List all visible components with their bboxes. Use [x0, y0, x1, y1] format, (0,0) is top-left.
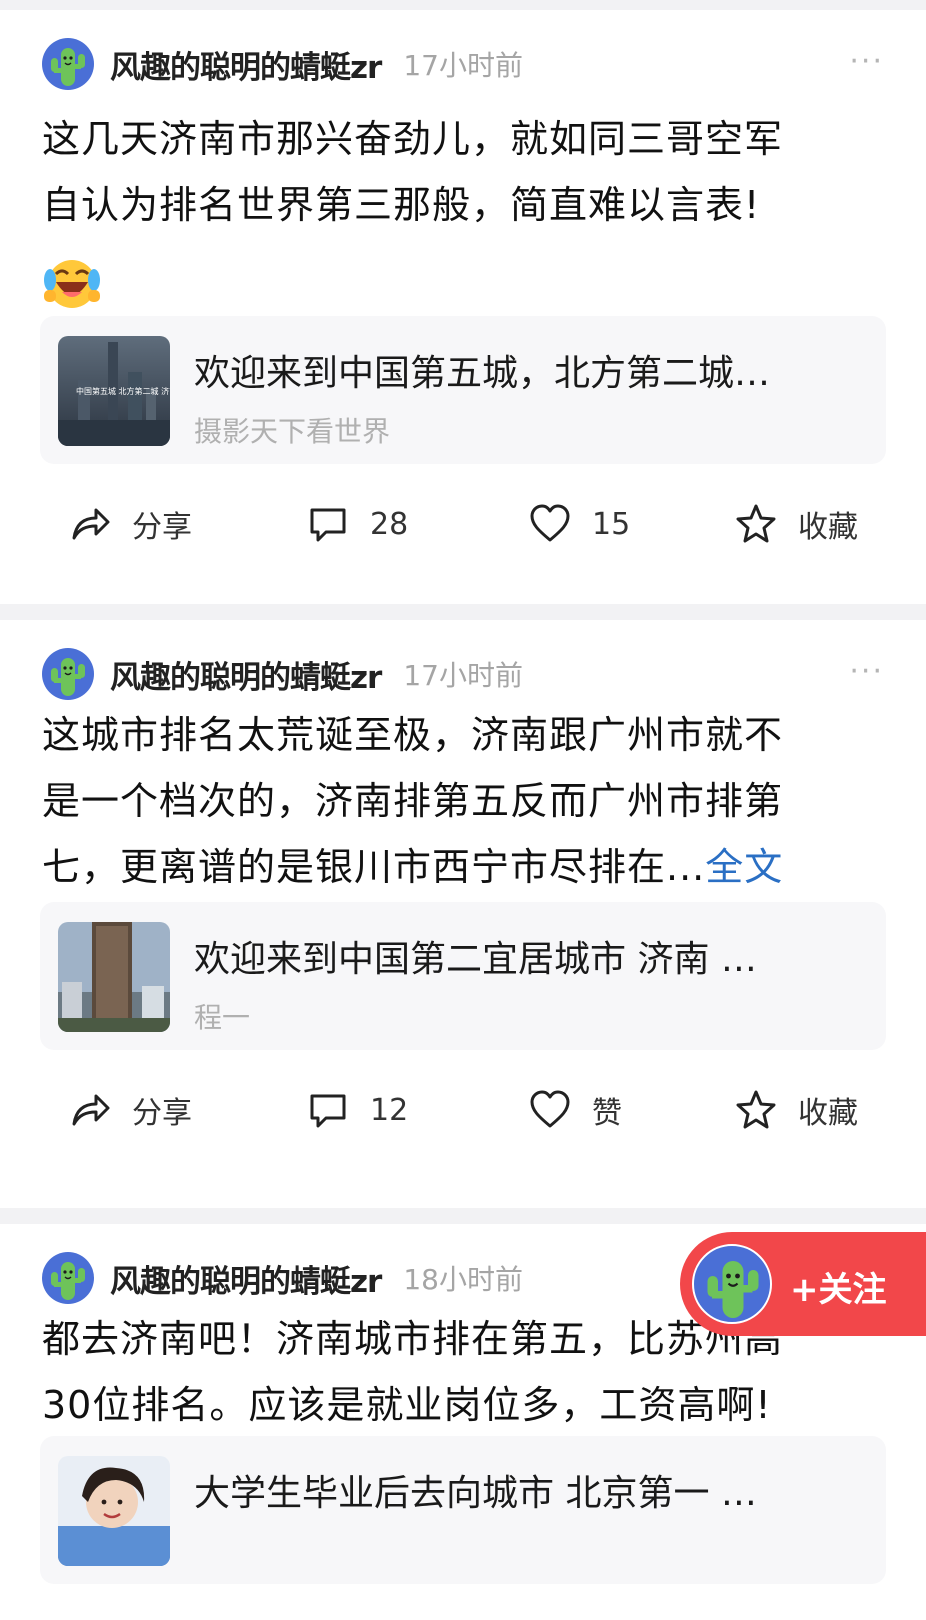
post-text-line: 是一个档次的，济南排第五反而广州市排第 [42, 779, 784, 823]
action-bar: 分享 12 赞 收藏 [0, 1080, 926, 1140]
shared-link-card[interactable]: 大学生毕业后去向城市 北京第一 … [40, 1436, 886, 1584]
comment-icon [310, 1094, 346, 1128]
like-button[interactable]: 赞 [528, 1080, 622, 1140]
shared-source: 摄影天下看世界 [194, 415, 391, 448]
post-text-line: 30位排名。应该是就业岗位多，工资高啊! [42, 1383, 772, 1427]
action-bar: 分享 28 15 收藏 [0, 494, 926, 554]
post-text[interactable]: 这几天济南市那兴奋劲儿，就如同三哥空军 自认为排名世界第三那般，简直难以言表! [42, 106, 888, 332]
like-label: 赞 [592, 1096, 622, 1131]
post-time: 17小时前 [403, 659, 523, 692]
share-label: 分享 [132, 510, 192, 545]
shared-link-card[interactable]: 欢迎来到中国第二宜居城市 济南 … 程一 [40, 902, 886, 1050]
full-text-link[interactable]: 全文 [705, 845, 783, 889]
shared-thumbnail [58, 1456, 170, 1566]
favorite-button[interactable]: 收藏 [734, 494, 858, 554]
follow-label: +关注 [790, 1270, 887, 1310]
heart-icon [530, 1090, 570, 1128]
shared-thumbnail: 中国第五城 北方第二城 济南 [58, 336, 170, 446]
follow-author-avatar [692, 1244, 772, 1324]
share-icon [72, 1094, 110, 1126]
shared-thumbnail [58, 922, 170, 1032]
post-card[interactable]: 风趣的聪明的蜻蜓zr 17小时前 ··· 这城市排名太荒诞至极，济南跟广州市就不… [0, 620, 926, 1208]
post-text-fragment: 七，更离谱的是银川市西宁市尽排在... [42, 845, 706, 889]
post-text-line: 自认为排名世界第三那般，简直难以言表! [42, 183, 761, 227]
laughing-crying-emoji-icon [42, 252, 102, 312]
author-name[interactable]: 风趣的聪明的蜻蜓zr [110, 1256, 382, 1301]
author-name[interactable]: 风趣的聪明的蜻蜓zr [110, 652, 382, 697]
post-header: 风趣的聪明的蜻蜓zr 17小时前 ··· [42, 648, 884, 700]
author-avatar[interactable] [42, 38, 94, 90]
shared-title: 欢迎来到中国第五城，北方第二城… [194, 353, 771, 394]
more-options-icon[interactable]: ··· [849, 44, 884, 79]
comment-button[interactable]: 12 [306, 1080, 408, 1140]
comment-count: 28 [370, 506, 409, 542]
favorite-label: 收藏 [798, 510, 858, 545]
post-text[interactable]: 这城市排名太荒诞至极，济南跟广州市就不 是一个档次的，济南排第五反而广州市排第 … [42, 702, 888, 900]
post-card[interactable]: 风趣的聪明的蜻蜓zr 17小时前 ··· 这几天济南市那兴奋劲儿，就如同三哥空军… [0, 10, 926, 604]
shared-link-card[interactable]: 中国第五城 北方第二城 济南 欢迎来到中国第五城，北方第二城… 摄影天下看世界 [40, 316, 886, 464]
post-time: 18小时前 [403, 1263, 523, 1296]
svg-text:中国第五城 北方第二城 济南: 中国第五城 北方第二城 济南 [76, 386, 170, 396]
comment-count: 12 [370, 1092, 409, 1128]
shared-source: 程一 [194, 1001, 251, 1034]
share-label: 分享 [132, 1096, 192, 1131]
favorite-label: 收藏 [798, 1096, 858, 1131]
author-name[interactable]: 风趣的聪明的蜻蜓zr [110, 42, 382, 87]
comment-icon [310, 508, 346, 542]
post-text-line: 这几天济南市那兴奋劲儿，就如同三哥空军 [42, 117, 784, 161]
post-header: 风趣的聪明的蜻蜓zr 17小时前 ··· [42, 38, 884, 90]
post-time: 17小时前 [403, 49, 523, 82]
more-options-icon[interactable]: ··· [849, 654, 884, 689]
shared-title: 欢迎来到中国第二宜居城市 济南 … [194, 939, 757, 980]
post-text-line: 七，更离谱的是银川市西宁市尽排在...全文 [42, 834, 888, 900]
post-text-line: 这城市排名太荒诞至极，济南跟广州市就不 [42, 713, 784, 757]
share-button[interactable]: 分享 [68, 494, 192, 554]
share-icon [72, 508, 110, 540]
star-icon [736, 504, 776, 543]
like-button[interactable]: 15 [528, 494, 630, 554]
favorite-button[interactable]: 收藏 [734, 1080, 858, 1140]
comment-button[interactable]: 28 [306, 494, 408, 554]
heart-icon [530, 504, 570, 542]
shared-title: 大学生毕业后去向城市 北京第一 … [194, 1473, 757, 1514]
follow-button[interactable]: +关注 [680, 1232, 926, 1336]
star-icon [736, 1090, 776, 1129]
share-button[interactable]: 分享 [68, 1080, 192, 1140]
author-avatar[interactable] [42, 1252, 94, 1304]
like-count: 15 [592, 506, 631, 542]
author-avatar[interactable] [42, 648, 94, 700]
